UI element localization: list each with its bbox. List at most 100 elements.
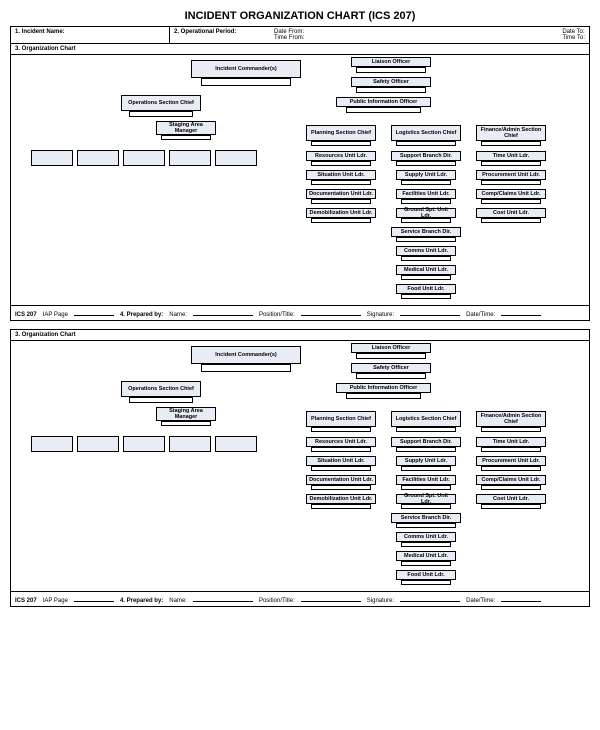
sub-ops — [129, 111, 193, 117]
sub-ic — [201, 78, 291, 86]
sub-ground-2 — [401, 504, 451, 509]
sub-planning-2 — [311, 427, 371, 432]
sub-comp-2 — [481, 485, 541, 490]
sub-med — [401, 275, 451, 280]
box-facilities: Facilities Unit Ldr. — [396, 189, 456, 199]
box-food-2: Food Unit Ldr. — [396, 570, 456, 580]
sub-time — [481, 161, 541, 166]
incident-name-label: 1. Incident Name: — [11, 27, 170, 43]
sub-logistics — [396, 141, 456, 146]
box-procurement-2: Procurement Unit Ldr. — [476, 456, 546, 466]
box-incident-commander-2: Incident Commander(s) — [191, 346, 301, 364]
box-branch-1-2 — [31, 436, 73, 452]
datetime-label: Date/Time: — [466, 312, 495, 318]
sub-doc-2 — [311, 485, 371, 490]
name-label-2: Name: — [169, 598, 187, 604]
box-demob-2: Demobilization Unit Ldr. — [306, 494, 376, 504]
iap-page-label-2: IAP Page — [43, 598, 68, 604]
box-branch-4-2 — [169, 436, 211, 452]
datetime-field-2[interactable] — [501, 594, 541, 602]
sub-ic-2 — [201, 364, 291, 372]
box-medical: Medical Unit Ldr. — [396, 265, 456, 275]
sub-pio — [346, 107, 421, 113]
sub-demob-2 — [311, 504, 371, 509]
sub-svc-2 — [396, 523, 456, 528]
box-comms-2: Comms Unit Ldr. — [396, 532, 456, 542]
iap-page-field-2[interactable] — [74, 594, 114, 602]
ics-code-2: ICS 207 — [15, 598, 37, 604]
box-ops-chief: Operations Section Chief — [121, 95, 201, 111]
org-chart: Incident Commander(s) Liaison Officer Sa… — [11, 55, 589, 305]
sub-res — [311, 161, 371, 166]
op-period-label: 2. Operational Period: — [174, 29, 274, 41]
box-ground: Ground Spt. Unit Ldr. — [396, 208, 456, 218]
datetime-field[interactable] — [501, 308, 541, 316]
box-time: Time Unit Ldr. — [476, 151, 546, 161]
sub-finance-2 — [481, 427, 541, 432]
box-cost-2: Cost Unit Ldr. — [476, 494, 546, 504]
name-label: Name: — [169, 312, 187, 318]
box-comp: Comp/Claims Unit Ldr. — [476, 189, 546, 199]
box-comp-2: Comp/Claims Unit Ldr. — [476, 475, 546, 485]
box-planning-chief: Planning Section Chief — [306, 125, 376, 141]
sub-safety — [356, 87, 426, 93]
form-page-1: 1. Incident Name: 2. Operational Period:… — [10, 26, 590, 321]
iap-page-label: IAP Page — [43, 312, 68, 318]
position-label-2: Position/Title: — [259, 598, 295, 604]
box-safety: Safety Officer — [351, 77, 431, 87]
sub-sit — [311, 180, 371, 185]
sub-fac-2 — [401, 485, 451, 490]
box-branch-2-2 — [77, 436, 119, 452]
prepared-label-2: 4. Prepared by: — [120, 598, 163, 604]
box-demob: Demobilization Unit Ldr. — [306, 208, 376, 218]
box-food: Food Unit Ldr. — [396, 284, 456, 294]
sub-food-2 — [401, 580, 451, 585]
box-pio-2: Public Information Officer — [336, 383, 431, 393]
signature-field-2[interactable] — [400, 594, 460, 602]
sub-res-2 — [311, 447, 371, 452]
sub-pio-2 — [346, 393, 421, 399]
box-pio: Public Information Officer — [336, 97, 431, 107]
sub-med-2 — [401, 561, 451, 566]
sub-sup — [396, 161, 456, 166]
prepared-label: 4. Prepared by: — [120, 312, 163, 318]
box-medical-2: Medical Unit Ldr. — [396, 551, 456, 561]
sub-demob — [311, 218, 371, 223]
signature-label-2: Signature: — [367, 598, 394, 604]
form-page-2: 3. Organization Chart Incident Commander… — [10, 329, 590, 607]
sub-proc-2 — [481, 466, 541, 471]
iap-page-field[interactable] — [74, 308, 114, 316]
sub-cost-2 — [481, 504, 541, 509]
box-finance-chief-2: Finance/Admin Section Chief — [476, 411, 546, 427]
org-chart-2: Incident Commander(s) Liaison Officer Sa… — [11, 341, 589, 591]
sub-liaison-2 — [356, 353, 426, 359]
name-field-2[interactable] — [193, 594, 253, 602]
box-branch-4 — [169, 150, 211, 166]
sub-food — [401, 294, 451, 299]
operational-period: 2. Operational Period: Date From:Time Fr… — [170, 27, 589, 43]
sub-comms-2 — [401, 542, 451, 547]
box-time-2: Time Unit Ldr. — [476, 437, 546, 447]
sub-ops-2 — [129, 397, 193, 403]
box-logistics-chief-2: Logistics Section Chief — [391, 411, 461, 427]
footer-row-2: ICS 207 IAP Page 4. Prepared by: Name: P… — [11, 591, 589, 606]
box-cost: Cost Unit Ldr. — [476, 208, 546, 218]
name-field[interactable] — [193, 308, 253, 316]
signature-field[interactable] — [400, 308, 460, 316]
box-facilities-2: Facilities Unit Ldr. — [396, 475, 456, 485]
datetime-label-2: Date/Time: — [466, 598, 495, 604]
time-to: Time To: — [562, 35, 585, 41]
box-incident-commander: Incident Commander(s) — [191, 60, 301, 78]
sub-proc — [481, 180, 541, 185]
box-resources-2: Resources Unit Ldr. — [306, 437, 376, 447]
sub-cost — [481, 218, 541, 223]
position-field[interactable] — [301, 308, 361, 316]
box-branch-3-2 — [123, 436, 165, 452]
box-ops-chief-2: Operations Section Chief — [121, 381, 201, 397]
sub-fac — [401, 199, 451, 204]
sub-sit-2 — [311, 466, 371, 471]
box-supply: Supply Unit Ldr. — [396, 170, 456, 180]
header-row: 1. Incident Name: 2. Operational Period:… — [11, 27, 589, 44]
box-documentation: Documentation Unit Ldr. — [306, 189, 376, 199]
position-field-2[interactable] — [301, 594, 361, 602]
